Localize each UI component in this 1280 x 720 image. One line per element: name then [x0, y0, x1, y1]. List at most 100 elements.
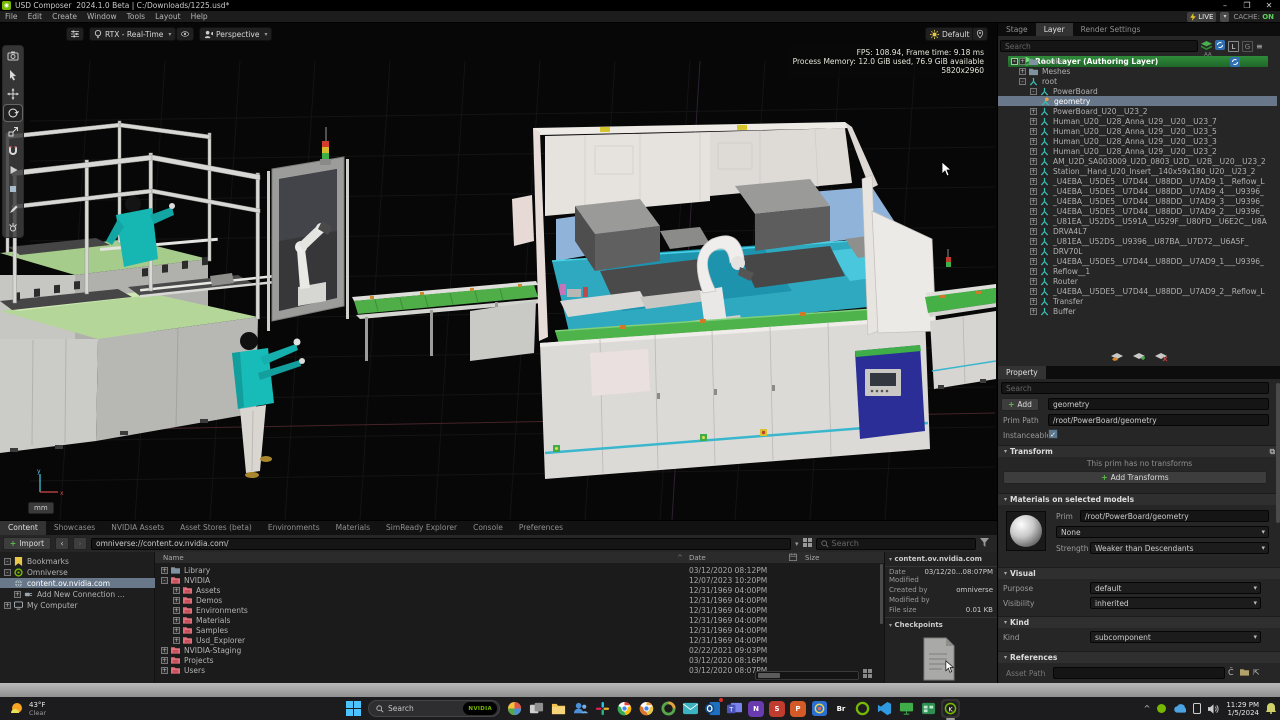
expander-icon[interactable]: +	[1030, 108, 1037, 115]
tool-rotate[interactable]	[4, 105, 22, 121]
content-tab-nvidia-assets[interactable]: NVIDIA Assets	[103, 521, 172, 535]
layer-tree-item[interactable]: +Human_U20__U28_Anna_U29__U20__U23_3	[998, 136, 1277, 146]
expander-icon[interactable]: +	[173, 627, 180, 634]
expander-icon[interactable]: +	[1030, 208, 1037, 215]
file-row[interactable]: +NVIDIA-Staging02/22/2021 09:03PM	[155, 645, 884, 655]
taskbar-icon-onenote[interactable]: N	[748, 701, 764, 717]
layer-tree-item[interactable]: +_U4EBA__U5DE5__U7D44__U88DD__U7AD9_1___…	[998, 256, 1277, 266]
expander-icon[interactable]: +	[173, 617, 180, 624]
tool-paint[interactable]	[4, 200, 22, 216]
notification-bell-icon[interactable]	[1266, 703, 1276, 714]
add-transforms-button[interactable]: +Add Transforms	[1003, 471, 1267, 484]
expander-icon[interactable]: +	[173, 637, 180, 644]
tab-stage[interactable]: Stage	[998, 23, 1036, 36]
expander-icon[interactable]: +	[1030, 148, 1037, 155]
visual-section-header[interactable]: ▾Visual	[998, 567, 1280, 579]
merge-layer-icon[interactable]	[1111, 353, 1124, 365]
taskbar-icon-omniverse-launcher[interactable]	[853, 699, 872, 718]
layer-tree-item[interactable]: +_U81EA__U52D5__U9396__U87BA__U7D72__U6A…	[998, 236, 1277, 246]
taskbar-icon-task-view[interactable]	[527, 699, 546, 718]
grid-view-icon[interactable]	[863, 669, 872, 680]
camera-selector[interactable]: Perspective▾	[199, 27, 272, 41]
expander-icon[interactable]: +	[1030, 128, 1037, 135]
tool-physics[interactable]	[4, 219, 22, 235]
menu-item-edit[interactable]: Edit	[23, 12, 48, 21]
taskbar-icon-people[interactable]	[571, 699, 590, 718]
file-row[interactable]: +Samples12/31/1969 04:00PM	[155, 625, 884, 635]
taskbar-icon-bridge[interactable]: Br	[833, 701, 849, 717]
live-caret[interactable]: ▾	[1220, 12, 1229, 22]
content-tab-materials[interactable]: Materials	[328, 521, 378, 535]
taskbar-icon-powerpoint[interactable]: P	[790, 701, 806, 717]
layer-tree-item[interactable]: +_U4EBA__U5DE5__U7D44__U88DD__U7AD9_4___…	[998, 186, 1277, 196]
nav-tree-item[interactable]: +My Computer	[0, 600, 155, 610]
omniverse-tray-icon[interactable]	[1157, 704, 1166, 713]
taskbar-icon-chrome-beta[interactable]	[637, 699, 656, 718]
expander-icon[interactable]: +	[173, 597, 180, 604]
taskbar-icon-widgets-app[interactable]	[505, 699, 524, 718]
add-property-button[interactable]: +Add	[1001, 398, 1039, 411]
expander-icon[interactable]: +	[1030, 188, 1037, 195]
expander-icon[interactable]: +	[1030, 308, 1037, 315]
tool-play[interactable]	[4, 162, 22, 178]
expander-icon[interactable]: +	[1019, 58, 1026, 65]
start-button[interactable]	[344, 699, 363, 718]
menu-item-help[interactable]: Help	[186, 12, 213, 21]
expander-icon[interactable]: +	[1030, 298, 1037, 305]
tool-stop[interactable]	[4, 181, 22, 197]
layer-tree-item[interactable]: +AM_U2D_SA003009_U2D_0803_U2D__U2B__U20_…	[998, 156, 1277, 166]
taskbar-icon-vscode[interactable]	[875, 699, 894, 718]
column-name[interactable]: Name	[163, 554, 184, 562]
expander-icon[interactable]: +	[161, 667, 168, 674]
file-row[interactable]: +Assets12/31/1969 04:00PM	[155, 585, 884, 595]
import-button[interactable]: +Import	[3, 537, 51, 550]
slider-thumb[interactable]	[758, 673, 780, 678]
menu-item-window[interactable]: Window	[82, 12, 122, 21]
layer-tree-item[interactable]: +DRV70L	[998, 246, 1277, 256]
nvidia-chip[interactable]: NVIDIA	[463, 702, 497, 715]
expander-icon[interactable]: -	[4, 558, 11, 565]
expander-icon[interactable]: +	[1030, 268, 1037, 275]
file-row[interactable]: +Environments12/31/1969 04:00PM	[155, 605, 884, 615]
tool-scale[interactable]	[4, 124, 22, 140]
waypoint-button[interactable]	[972, 27, 988, 41]
layer-tree-item[interactable]: +_U4EBA__U5DE5__U7D44__U88DD__U7AD9_3___…	[998, 196, 1277, 206]
kind-section-header[interactable]: ▾Kind	[998, 616, 1280, 628]
layer-tree-item[interactable]: +Reflow__1	[998, 266, 1277, 276]
layer-tree-item[interactable]: +DRVA4L7	[998, 226, 1277, 236]
checkpoints-header[interactable]: ▾ Checkpoints	[885, 617, 997, 632]
purpose-dropdown[interactable]: default	[1090, 582, 1261, 594]
tab-render-settings[interactable]: Render Settings	[1073, 23, 1149, 36]
global-toggle[interactable]: G	[1242, 41, 1253, 52]
menu-item-tools[interactable]: Tools	[122, 12, 150, 21]
tray-chevron-icon[interactable]: ^	[1144, 704, 1151, 713]
expander-icon[interactable]: +	[1030, 178, 1037, 185]
viewport-3d[interactable]: RTX - Real-Time▾ Perspective▾ Default FP…	[0, 23, 997, 520]
expander-icon[interactable]: +	[161, 657, 168, 664]
instanceable-checkbox[interactable]: ✓	[1048, 429, 1058, 439]
layers-icon[interactable]	[1201, 41, 1212, 52]
view-grid-icon[interactable]	[803, 538, 812, 549]
info-title[interactable]: ▾ content.ov.nvidia.com	[885, 552, 997, 566]
nav-tree-item[interactable]: content.ov.nvidia.com	[0, 578, 155, 588]
taskbar-icon-omniverse-kit[interactable]: K	[941, 699, 960, 718]
minimize-button[interactable]: –	[1214, 0, 1236, 11]
add-layer-icon[interactable]	[1133, 353, 1146, 365]
file-row[interactable]: -NVIDIA12/07/2023 10:20PM	[155, 575, 884, 585]
taskbar-icon-slack[interactable]	[593, 699, 612, 718]
close-button[interactable]: ✕	[1258, 0, 1280, 11]
layer-tree-item[interactable]: +Meshes	[998, 66, 1277, 76]
taskbar-icon-screen-cast[interactable]	[897, 699, 916, 718]
layer-tree-item[interactable]: +Router	[998, 276, 1277, 286]
file-list-scrollbar[interactable]	[880, 564, 883, 624]
filter-icon[interactable]	[980, 538, 989, 549]
live-button[interactable]: LIVE	[1187, 12, 1216, 22]
content-search-box[interactable]: Search	[816, 538, 976, 550]
content-tab-environments[interactable]: Environments	[260, 521, 328, 535]
expander-icon[interactable]: +	[4, 602, 11, 609]
layer-tree-item[interactable]: +PowerBoard_U20__U23_2	[998, 106, 1277, 116]
transform-search-icon[interactable]: ⧉	[1270, 447, 1275, 457]
taskbar-search[interactable]: Search NVIDIA	[368, 700, 500, 717]
menu-item-create[interactable]: Create	[47, 12, 82, 21]
references-section-header[interactable]: ▾References	[998, 651, 1280, 663]
